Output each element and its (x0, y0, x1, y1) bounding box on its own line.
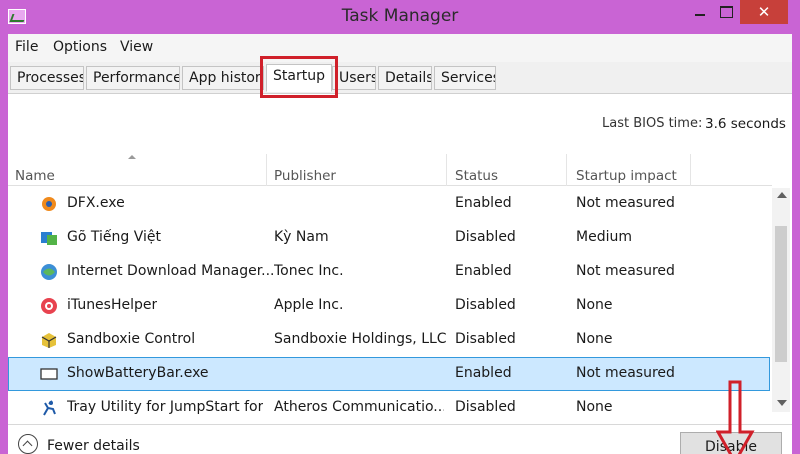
maximize-button[interactable] (716, 0, 738, 24)
row-name: Internet Download Manager... (67, 263, 275, 279)
row-status: Disabled (455, 297, 516, 313)
window-client: File Options View Processes Performance … (8, 34, 792, 454)
bios-time-value: 3.6 seconds (705, 116, 786, 132)
row-impact: Not measured (576, 195, 675, 211)
table-row[interactable]: DFX.exe Enabled Not measured (8, 187, 770, 221)
row-status: Disabled (455, 331, 516, 347)
sandboxie-icon (41, 333, 57, 348)
column-separator[interactable] (266, 154, 267, 186)
table-header: Name Publisher Status Startup impact (8, 150, 772, 186)
row-publisher: Tonec Inc. (274, 263, 344, 279)
row-status: Enabled (455, 195, 512, 211)
column-separator[interactable] (566, 154, 567, 186)
row-name: ShowBatteryBar.exe (67, 365, 209, 381)
table-row[interactable]: Tray Utility for JumpStart for... Athero… (8, 391, 770, 425)
startup-table: Name Publisher Status Startup impact DFX… (8, 150, 792, 416)
row-publisher: Apple Inc. (274, 297, 344, 313)
chevron-up-icon[interactable] (18, 434, 38, 454)
row-publisher: Kỳ Nam (274, 229, 329, 245)
menu-file[interactable]: File (15, 39, 38, 55)
row-impact: Medium (576, 229, 632, 245)
table-row[interactable]: Gõ Tiếng Việt Kỳ Nam Disabled Medium (8, 221, 770, 255)
column-header-name[interactable]: Name (15, 168, 55, 184)
window-title: Task Manager (341, 6, 459, 26)
annotation-arrow-icon (716, 380, 755, 454)
column-separator[interactable] (690, 154, 691, 186)
row-status: Enabled (455, 263, 512, 279)
gotiengviet-icon (41, 232, 57, 245)
fewer-details-link[interactable]: Fewer details (47, 438, 140, 454)
bios-time-label: Last BIOS time: (602, 116, 703, 131)
row-impact: Not measured (576, 263, 675, 279)
tab-performance[interactable]: Performance (86, 66, 180, 90)
table-row[interactable]: iTunesHelper Apple Inc. Disabled None (8, 289, 770, 323)
row-impact: None (576, 331, 613, 347)
table-row[interactable]: Sandboxie Control Sandboxie Holdings, LL… (8, 323, 770, 357)
scroll-up-icon[interactable] (777, 192, 787, 198)
menu-options[interactable]: Options (53, 39, 107, 55)
menu-bar: File Options View (8, 34, 792, 62)
sort-ascending-icon (128, 155, 136, 159)
row-name: Tray Utility for JumpStart for... (67, 399, 263, 415)
tab-details[interactable]: Details (378, 66, 432, 90)
column-header-status[interactable]: Status (455, 168, 498, 184)
startup-tab-annotation-box (260, 56, 338, 98)
scroll-down-icon[interactable] (777, 400, 787, 406)
tab-services[interactable]: Services (434, 66, 496, 90)
row-impact: None (576, 297, 613, 313)
row-status: Disabled (455, 399, 516, 415)
atheros-icon (43, 400, 56, 416)
table-row[interactable]: Internet Download Manager... Tonec Inc. … (8, 255, 770, 289)
row-name: iTunesHelper (67, 297, 158, 313)
row-name: DFX.exe (67, 195, 125, 211)
itunes-icon (41, 298, 57, 314)
footer-divider (8, 424, 792, 425)
row-status: Enabled (455, 365, 512, 381)
close-button[interactable]: ✕ (740, 0, 788, 24)
column-header-publisher[interactable]: Publisher (274, 168, 336, 184)
scroll-thumb[interactable] (775, 226, 787, 362)
tab-users[interactable]: Users (332, 66, 376, 90)
column-header-startup-impact[interactable]: Startup impact (576, 168, 677, 184)
dfx-icon (42, 197, 56, 211)
row-impact: None (576, 399, 613, 415)
vertical-scrollbar[interactable] (772, 188, 790, 412)
row-status: Disabled (455, 229, 516, 245)
menu-view[interactable]: View (120, 39, 153, 55)
row-publisher: Atheros Communicatio... (274, 399, 444, 415)
row-impact: Not measured (576, 365, 675, 381)
tab-app-history[interactable]: App history (182, 66, 264, 90)
row-publisher: Sandboxie Holdings, LLC (274, 331, 447, 347)
row-name: Gõ Tiếng Việt (67, 229, 161, 245)
tab-processes[interactable]: Processes (10, 66, 84, 90)
batterybar-icon (40, 368, 58, 380)
title-bar: Task Manager ✕ (0, 0, 800, 34)
column-separator[interactable] (446, 154, 447, 186)
row-name: Sandboxie Control (67, 331, 196, 347)
tab-strip: Processes Performance App history Startu… (8, 62, 792, 94)
table-row-selected[interactable]: ShowBatteryBar.exe Enabled Not measured (8, 357, 770, 391)
minimize-button[interactable] (690, 0, 712, 24)
idm-icon (41, 264, 57, 280)
